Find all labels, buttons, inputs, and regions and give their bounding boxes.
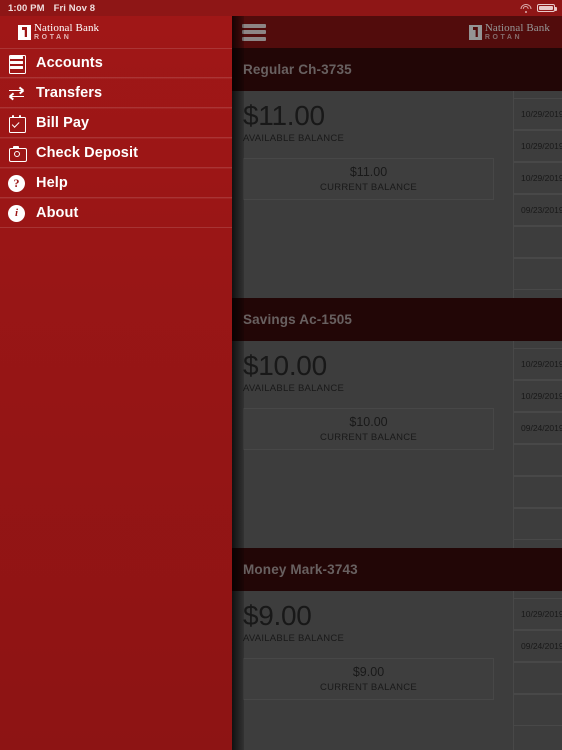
transaction-row[interactable] <box>514 444 562 476</box>
current-balance-box[interactable]: $10.00 CURRENT BALANCE <box>243 408 494 451</box>
available-balance-label: AVAILABLE BALANCE <box>243 133 345 145</box>
account-card[interactable]: $9.00 AVAILABLE BALANCE $9.00 CURRENT BA… <box>232 591 562 750</box>
current-balance-label: CURRENT BALANCE <box>319 182 417 194</box>
header-brand-logo: National Bank ROTAN <box>468 21 550 42</box>
brand-name-line1: National Bank <box>484 21 550 34</box>
transaction-row[interactable] <box>514 226 562 258</box>
account-balance-panel: $11.00 AVAILABLE BALANCE $11.00 CURRENT … <box>232 91 505 298</box>
sidebar-item-about[interactable]: i About <box>0 198 232 228</box>
transaction-row[interactable]: 09/24/2019 <box>514 412 562 444</box>
current-balance-label: CURRENT BALANCE <box>319 682 417 694</box>
bank-logo-mark-icon <box>468 24 482 40</box>
current-balance-amount: $9.00 <box>352 665 385 680</box>
sidebar-item-label: Transfers <box>36 85 103 101</box>
transaction-list[interactable]: 10/29/2019 10/29/2019 10/29/2019 09/23/2… <box>513 91 562 298</box>
account-balance-panel: $10.00 AVAILABLE BALANCE $10.00 CURRENT … <box>232 341 505 548</box>
transaction-row[interactable]: 10/29/2019 <box>514 348 562 380</box>
account-card[interactable]: $10.00 AVAILABLE BALANCE $10.00 CURRENT … <box>232 341 562 548</box>
navigation-drawer: National Bank ROTAN Accounts Transfers B… <box>0 16 232 750</box>
transaction-row[interactable]: 10/29/2019 <box>514 380 562 412</box>
brand-name-line2: ROTAN <box>34 34 72 42</box>
transaction-row[interactable]: 10/29/2019 <box>514 162 562 194</box>
app-root: National Bank ROTAN Regular Ch-3735 $11.… <box>0 0 562 750</box>
check-deposit-icon <box>8 145 27 162</box>
account-section-header[interactable]: Money Mark-3743 <box>232 548 562 591</box>
current-balance-amount: $11.00 <box>349 165 388 180</box>
account-section-header[interactable]: Savings Ac-1505 <box>232 298 562 341</box>
current-balance-box[interactable]: $9.00 CURRENT BALANCE <box>243 658 494 701</box>
transaction-row[interactable] <box>514 508 562 540</box>
transaction-row[interactable]: 10/29/2019 <box>514 130 562 162</box>
transaction-list[interactable]: 10/29/2019 10/29/2019 09/24/2019 <box>513 341 562 548</box>
available-balance-label: AVAILABLE BALANCE <box>243 383 345 395</box>
bill-pay-icon <box>8 114 26 133</box>
accounts-scroll-area[interactable]: Regular Ch-3735 $11.00 AVAILABLE BALANCE… <box>232 48 562 750</box>
app-top-bar: National Bank ROTAN <box>232 16 562 48</box>
brand-name-line1: National Bank <box>34 21 100 34</box>
available-balance-amount: $10.00 <box>243 350 327 381</box>
drawer-brand-row: National Bank ROTAN <box>0 16 232 48</box>
sidebar-item-accounts[interactable]: Accounts <box>0 48 232 78</box>
help-icon: ? <box>8 174 25 192</box>
wifi-icon <box>520 3 531 13</box>
available-balance-amount: $9.00 <box>243 600 312 631</box>
transfers-icon <box>8 85 25 102</box>
about-icon: i <box>8 204 25 222</box>
transaction-row[interactable]: 10/29/2019 <box>514 98 562 130</box>
sidebar-item-transfers[interactable]: Transfers <box>0 78 232 108</box>
sidebar-item-check-deposit[interactable]: Check Deposit <box>0 138 232 168</box>
sidebar-item-label: Bill Pay <box>36 115 90 131</box>
current-balance-label: CURRENT BALANCE <box>319 432 417 444</box>
drawer-menu: Accounts Transfers Bill Pay Check Deposi… <box>0 48 232 228</box>
brand-name-line2: ROTAN <box>484 34 523 42</box>
hamburger-menu-icon[interactable] <box>242 23 266 41</box>
transaction-row[interactable] <box>514 258 562 290</box>
sidebar-item-label: Accounts <box>36 55 103 71</box>
status-bar: 1:00 PM Fri Nov 8 <box>0 0 562 16</box>
sidebar-item-label: Check Deposit <box>36 145 139 161</box>
available-balance-label: AVAILABLE BALANCE <box>243 633 345 645</box>
sidebar-item-label: About <box>36 205 79 221</box>
available-balance-amount: $11.00 <box>243 100 325 131</box>
account-balance-panel: $9.00 AVAILABLE BALANCE $9.00 CURRENT BA… <box>232 591 505 750</box>
transaction-row[interactable] <box>514 476 562 508</box>
account-section-header[interactable]: Regular Ch-3735 <box>232 48 562 91</box>
drawer-brand-logo: National Bank ROTAN <box>18 21 100 42</box>
sidebar-item-label: Help <box>36 175 68 191</box>
accounts-icon <box>8 54 26 74</box>
transaction-row[interactable] <box>514 694 562 726</box>
transaction-row[interactable]: 09/24/2019 <box>514 630 562 662</box>
sidebar-item-help[interactable]: ? Help <box>0 168 232 198</box>
current-balance-box[interactable]: $11.00 CURRENT BALANCE <box>243 158 494 201</box>
transaction-row[interactable]: 10/29/2019 <box>514 598 562 630</box>
account-card[interactable]: $11.00 AVAILABLE BALANCE $11.00 CURRENT … <box>232 91 562 298</box>
battery-full-icon <box>537 3 557 13</box>
status-bar-date: Fri Nov 8 <box>53 2 96 14</box>
current-balance-amount: $10.00 <box>349 415 388 430</box>
bank-logo-mark-icon <box>18 24 31 40</box>
transaction-row[interactable] <box>514 662 562 694</box>
status-bar-time: 1:00 PM <box>8 2 45 14</box>
transaction-list[interactable]: 10/29/2019 09/24/2019 <box>513 591 562 750</box>
main-content: National Bank ROTAN Regular Ch-3735 $11.… <box>232 16 562 750</box>
transaction-row[interactable]: 09/23/2019 <box>514 194 562 226</box>
sidebar-item-bill-pay[interactable]: Bill Pay <box>0 108 232 138</box>
